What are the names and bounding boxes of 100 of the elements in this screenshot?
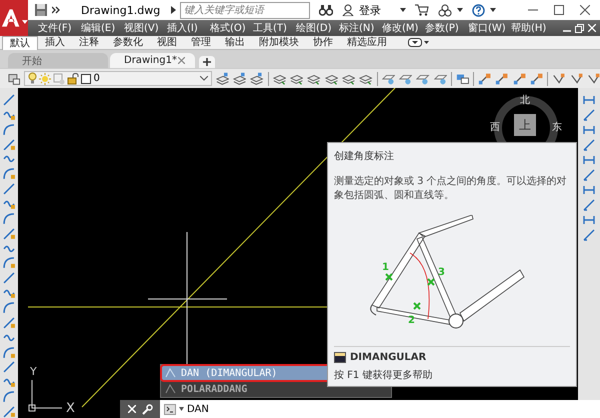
viewcube-top-face[interactable]: 上 (514, 114, 536, 136)
draw-tool-icon[interactable] (2, 257, 16, 270)
ribbon-tab[interactable]: 插入 (38, 36, 72, 49)
ribbon-tab[interactable]: 输出 (218, 36, 252, 49)
close-icon[interactable] (580, 5, 590, 15)
dimension-tool-icon[interactable] (582, 94, 596, 106)
cart-icon[interactable] (415, 4, 430, 16)
draw-tool-icon[interactable] (2, 302, 16, 314)
application-menu-button[interactable] (0, 0, 28, 36)
new-tab-button[interactable] (199, 56, 215, 68)
document-tab[interactable]: Drawing1* (110, 53, 195, 68)
close-icon[interactable] (178, 57, 185, 64)
tool-icon[interactable] (586, 72, 600, 86)
caret-icon[interactable] (179, 407, 184, 411)
draw-tool-icon[interactable] (2, 138, 16, 150)
west-label[interactable]: 西 (490, 120, 500, 134)
layer-tool-icon[interactable] (250, 72, 264, 86)
draw-tool-icon[interactable] (2, 272, 16, 284)
maximize-icon[interactable] (554, 5, 564, 15)
north-label[interactable]: 北 (520, 93, 530, 107)
ribbon-tab[interactable]: 附加模块 (252, 36, 306, 49)
dimension-tool-icon[interactable] (582, 169, 596, 181)
caret-icon[interactable] (457, 8, 464, 12)
menu-item[interactable]: 编辑(E) (81, 21, 124, 35)
ribbon-tab[interactable]: 默认 (2, 36, 38, 50)
edit-tool-icon[interactable] (530, 72, 544, 86)
more-icon[interactable] (52, 6, 60, 14)
draw-tool-icon[interactable] (2, 332, 16, 344)
sign-in-link[interactable]: 登录 (359, 2, 382, 18)
draw-tool-icon[interactable] (2, 391, 16, 404)
search-field[interactable]: 键入关键字或短语 (180, 2, 310, 18)
ribbon-tab[interactable]: 管理 (184, 36, 218, 49)
menu-item[interactable]: 绘图(D) (296, 21, 339, 35)
edit-tool-icon[interactable] (495, 72, 509, 86)
draw-tool-icon[interactable] (2, 316, 16, 329)
save-icon[interactable] (34, 3, 48, 17)
ribbon-tab[interactable]: 注释 (72, 36, 106, 49)
dimension-tool-icon[interactable] (582, 109, 596, 121)
dimension-tool-icon[interactable] (582, 154, 596, 166)
menu-item[interactable]: 标注(N) (339, 21, 382, 35)
draw-tool-icon[interactable] (2, 124, 16, 136)
menu-item[interactable]: 格式(O) (210, 21, 253, 35)
wrench-icon[interactable] (142, 404, 152, 414)
ribbon-options-icon[interactable] (408, 38, 430, 47)
draw-tool-icon[interactable] (2, 376, 16, 388)
restore-icon[interactable] (575, 24, 584, 32)
draw-tool-icon[interactable] (2, 168, 16, 180)
menu-item[interactable]: 视图(V) (124, 21, 167, 35)
draw-tool-icon[interactable] (2, 242, 16, 254)
command-name: DIMANGULAR (350, 352, 426, 363)
document-tab[interactable]: 开始 (8, 53, 108, 68)
layer-dropdown[interactable]: 0 (24, 71, 212, 86)
dimension-tool-icon[interactable] (582, 124, 596, 136)
layer-tool-icon[interactable] (233, 72, 246, 86)
east-label[interactable]: 东 (552, 120, 562, 134)
edit-tool-icon[interactable] (512, 72, 526, 86)
draw-tool-icon[interactable] (2, 346, 16, 358)
tool-icon[interactable] (552, 72, 566, 86)
expand-icon[interactable] (169, 5, 178, 15)
user-icon[interactable] (342, 4, 354, 16)
draw-tool-icon[interactable] (2, 228, 16, 240)
ribbon-tab[interactable]: 精选应用 (340, 36, 394, 49)
dimension-tool-icon[interactable] (582, 184, 596, 196)
caret-icon[interactable] (400, 8, 406, 12)
network-icon[interactable] (438, 4, 452, 16)
dimension-tool-icon[interactable] (582, 199, 596, 211)
point-label: 3 (438, 266, 445, 278)
layer-properties-icon[interactable] (8, 72, 20, 86)
menu-item[interactable]: 参数(P) (425, 21, 468, 35)
menu-item[interactable]: 帮助(H) (511, 21, 554, 35)
dimension-tool-icon[interactable] (582, 214, 596, 226)
draw-tool-icon[interactable] (2, 198, 16, 210)
draw-tool-icon[interactable] (2, 406, 16, 418)
dimension-tool-icon[interactable] (582, 229, 596, 241)
caret-icon[interactable] (490, 8, 496, 12)
menu-item[interactable]: 窗口(W) (468, 21, 511, 35)
binoculars-icon[interactable] (319, 4, 334, 16)
menu-item[interactable]: 文件(F) (38, 21, 81, 35)
command-line-field[interactable]: DAN (160, 400, 600, 418)
dimension-tool-icon[interactable] (582, 139, 596, 151)
draw-tool-icon[interactable] (2, 212, 16, 225)
draw-tool-icon[interactable] (2, 361, 16, 374)
draw-tool-icon[interactable] (2, 183, 16, 196)
window-tool-icon[interactable] (456, 72, 470, 86)
ribbon-tab[interactable]: 参数化 (106, 36, 150, 49)
draw-tool-icon[interactable] (2, 94, 16, 106)
menu-item[interactable]: 插入(I) (167, 21, 210, 35)
logo-icon (0, 7, 22, 29)
ribbon-tab[interactable]: 视图 (150, 36, 184, 49)
help-icon[interactable] (472, 4, 486, 16)
layer-tool-icon[interactable] (216, 72, 230, 86)
edit-tool-icon[interactable] (478, 72, 492, 86)
draw-tool-icon[interactable] (2, 287, 16, 300)
menu-item[interactable]: 工具(T) (253, 21, 296, 35)
tool-icon[interactable] (570, 72, 583, 86)
suggestion-item[interactable]: POLARADDANG (161, 381, 391, 397)
menu-item[interactable]: 修改(M) (382, 21, 425, 35)
ribbon-tab[interactable]: 协作 (306, 36, 340, 49)
lightbulb-icon (28, 72, 38, 85)
draw-tool-icon[interactable] (2, 108, 16, 121)
